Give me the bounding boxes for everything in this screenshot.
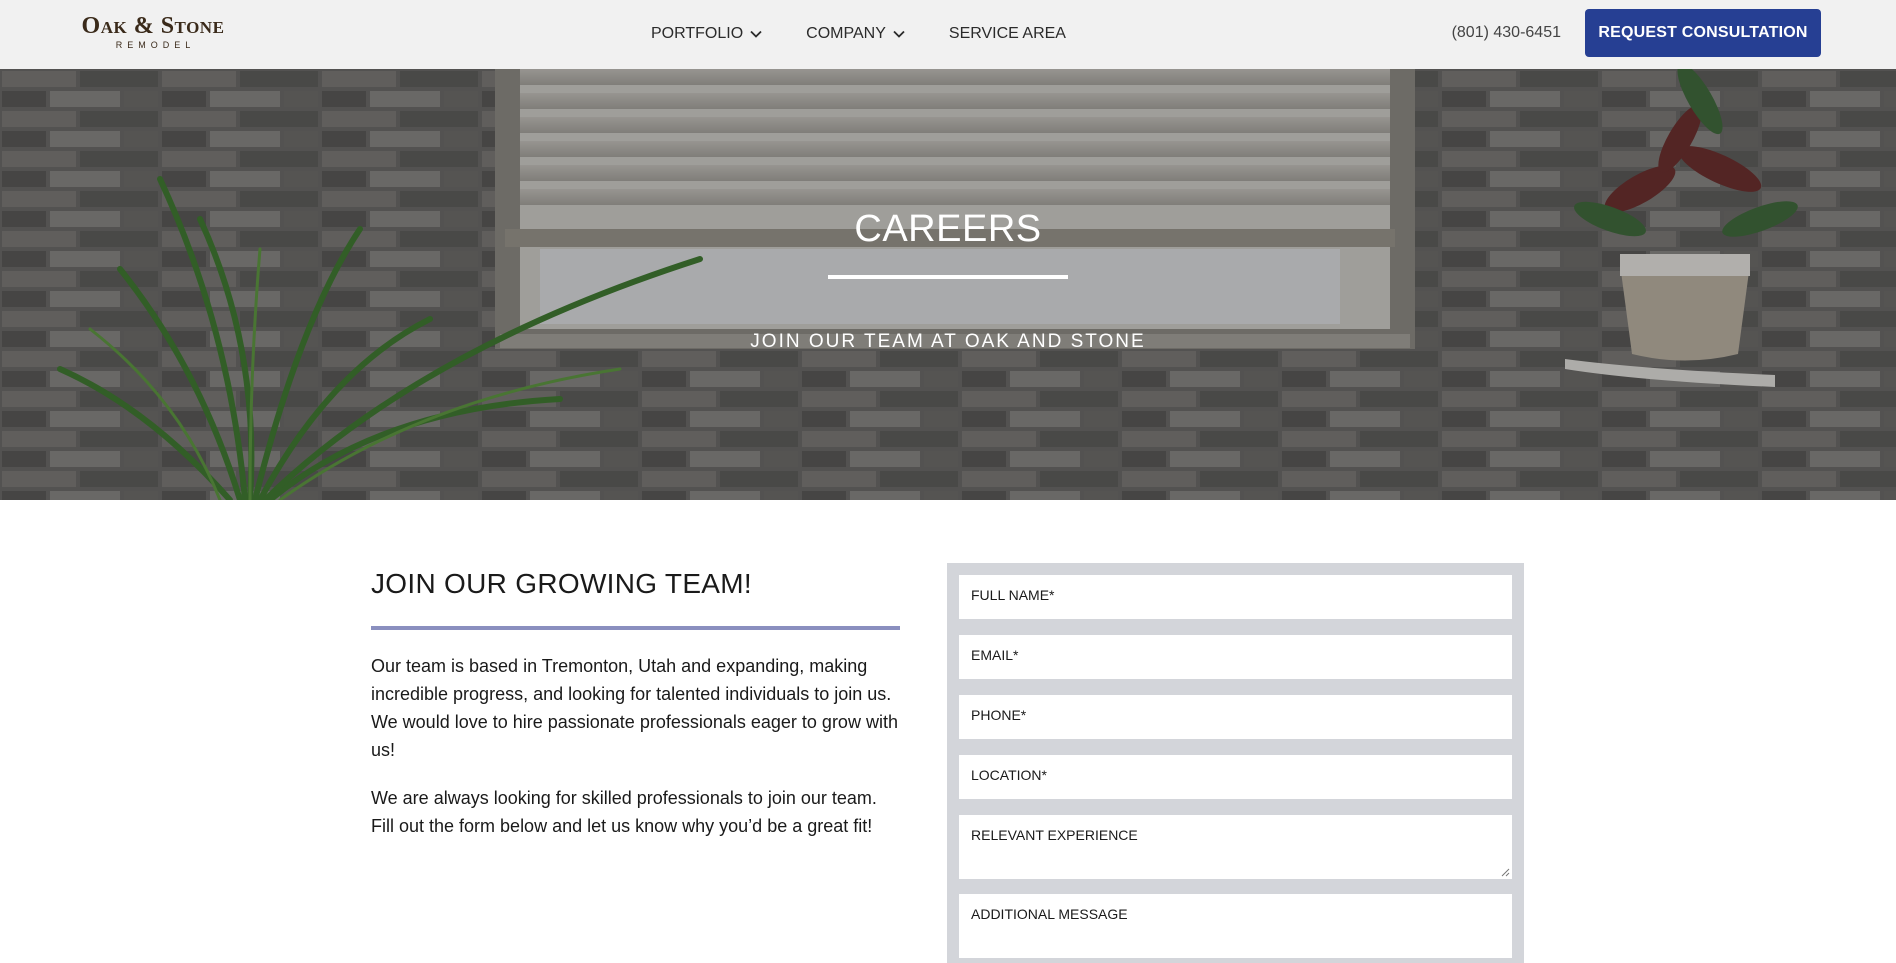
site-logo[interactable]: Oak & Stone REMODEL [73,14,233,52]
email-field[interactable]: EMAIL* [959,635,1512,679]
resize-grip-icon[interactable] [1501,868,1510,877]
application-form: FULL NAME* EMAIL* PHONE* LOCATION* RELEV… [947,563,1524,963]
nav-item-portfolio[interactable]: PORTFOLIO [651,25,762,43]
page-title: CAREERS [854,208,1042,250]
nav-item-label: PORTFOLIO [651,25,744,42]
field-placeholder: LOCATION* [971,767,1047,783]
title-divider [828,275,1068,279]
logo-wordmark: Oak & Stone [81,13,225,39]
logo-tagline: REMODEL [115,40,196,50]
phone-field[interactable]: PHONE* [959,695,1512,739]
nav-item-company[interactable]: COMPANY [806,25,905,43]
location-field[interactable]: LOCATION* [959,755,1512,799]
main-nav: PORTFOLIO COMPANY SERVICE AREA [651,22,1110,46]
intro-paragraph: Our team is based in Tremonton, Utah and… [371,656,898,760]
field-placeholder: FULL NAME* [971,587,1055,603]
section-divider [371,626,900,630]
chevron-down-icon [893,30,905,38]
hero-banner: CAREERS JOIN OUR TEAM AT OAK AND STONE [0,69,1896,500]
field-placeholder: RELEVANT EXPERIENCE [971,827,1138,843]
field-placeholder: ADDITIONAL MESSAGE [971,906,1128,922]
page-subtitle: JOIN OUR TEAM AT OAK AND STONE [750,331,1146,352]
careers-intro: JOIN OUR GROWING TEAM! Our team is based… [371,564,901,840]
relevant-experience-textarea[interactable]: RELEVANT EXPERIENCE [959,815,1512,879]
section-title: JOIN OUR GROWING TEAM! [371,568,752,599]
additional-message-textarea[interactable]: ADDITIONAL MESSAGE [959,894,1512,958]
field-placeholder: EMAIL* [971,647,1019,663]
phone-link[interactable]: (801) 430-6451 [1452,22,1561,44]
request-consultation-button[interactable]: REQUEST CONSULTATION [1585,9,1821,57]
hero-overlay [0,69,1896,500]
field-placeholder: PHONE* [971,707,1027,723]
nav-item-label: COMPANY [806,25,886,42]
chevron-down-icon [750,30,762,38]
site-header: Oak & Stone REMODEL PORTFOLIO COMPANY SE… [0,0,1896,69]
full-name-field[interactable]: FULL NAME* [959,575,1512,619]
intro-paragraph: We are always looking for skilled profes… [371,788,877,836]
nav-item-service-area[interactable]: SERVICE AREA [949,25,1066,43]
nav-item-label: SERVICE AREA [948,25,1066,42]
